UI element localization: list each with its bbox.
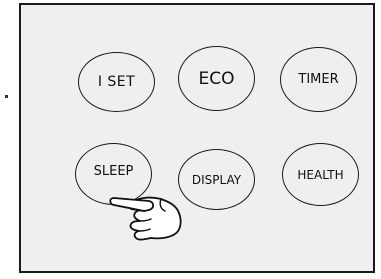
indicator-dot bbox=[5, 95, 8, 98]
eco-button[interactable]: ECO bbox=[178, 46, 255, 111]
timer-button[interactable]: TIMER bbox=[280, 47, 357, 112]
health-button[interactable]: HEALTH bbox=[282, 143, 359, 206]
pointing-hand-icon bbox=[109, 196, 182, 241]
display-button[interactable]: DISPLAY bbox=[178, 149, 255, 210]
health-button-label: HEALTH bbox=[297, 167, 344, 182]
i-set-button-label: I SET bbox=[97, 74, 136, 90]
eco-button-label: ECO bbox=[198, 68, 235, 89]
remote-control-panel: I SET ECO TIMER SLEEP DISPLAY HEALTH bbox=[19, 3, 375, 273]
timer-button-label: TIMER bbox=[298, 72, 339, 87]
sleep-button-label: SLEEP bbox=[93, 163, 134, 179]
display-button-label: DISPLAY bbox=[191, 172, 242, 187]
i-set-button[interactable]: I SET bbox=[78, 52, 155, 112]
